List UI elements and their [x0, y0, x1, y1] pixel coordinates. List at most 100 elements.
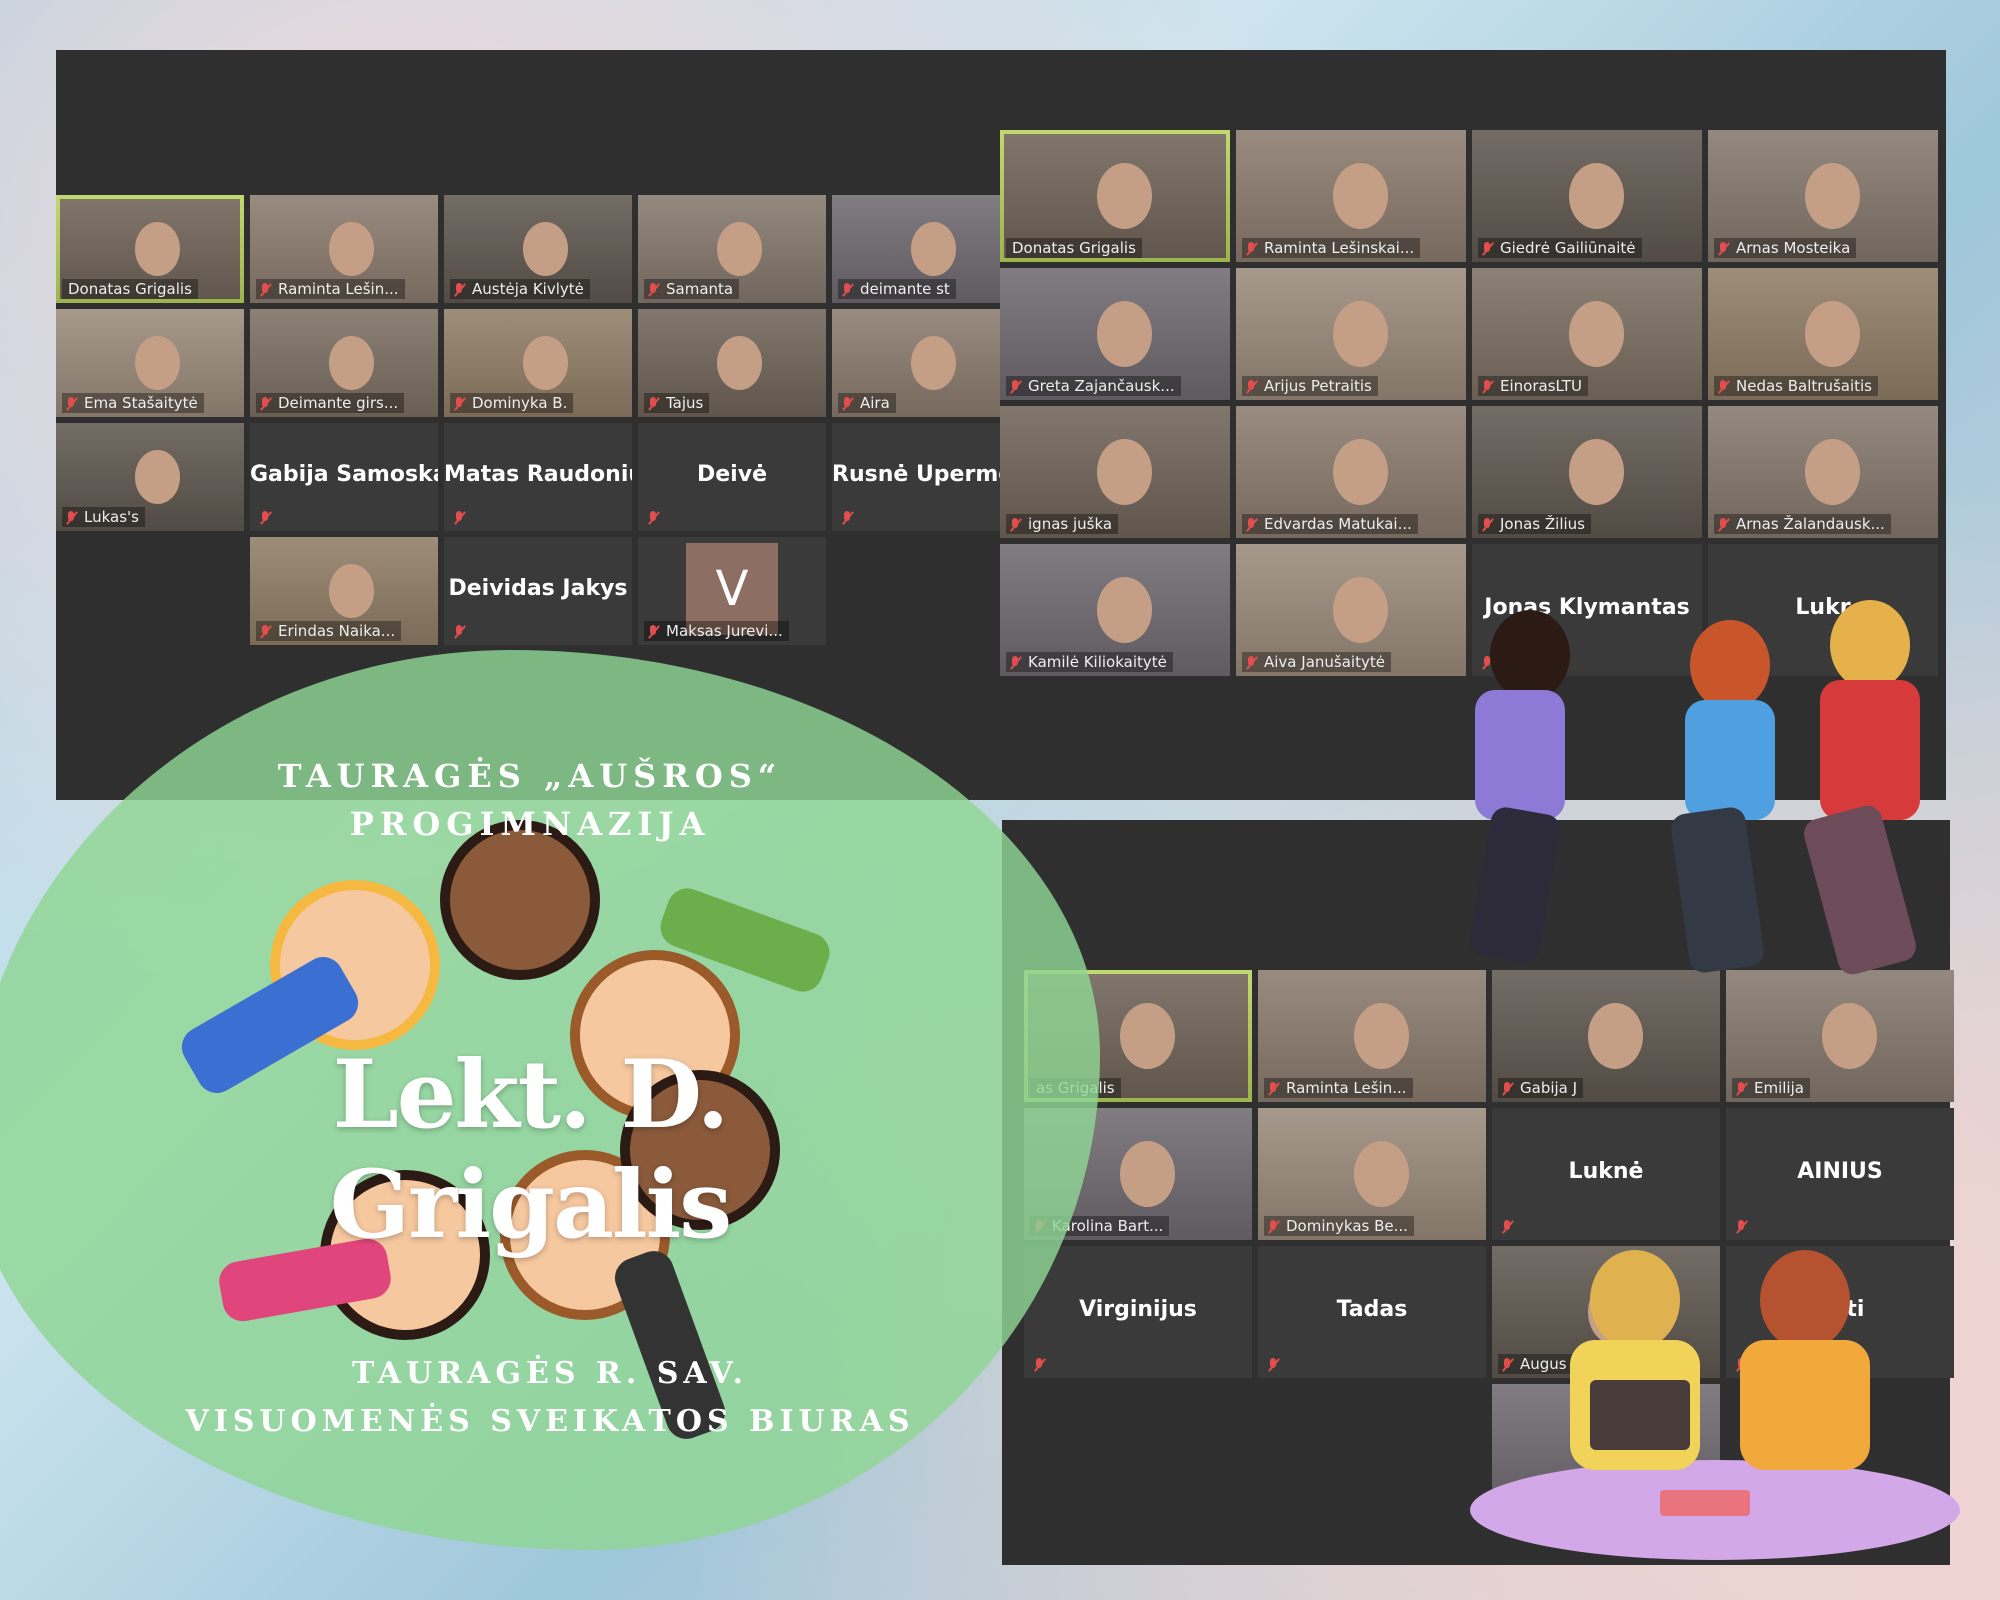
- participant-name-label: Jonas Žilius: [1478, 514, 1591, 534]
- participant-tile[interactable]: Luknė: [1492, 1108, 1720, 1240]
- participant-tile[interactable]: Edvardas Matukai...: [1236, 406, 1466, 538]
- muted-mic-icon: [260, 283, 270, 297]
- bureau-line-2: VISUOMENĖS SVEIKATOS BIURAS: [185, 1404, 915, 1439]
- muted-mic-icon: [66, 397, 76, 411]
- participant-face: [1587, 1003, 1644, 1069]
- participant-face: [522, 336, 569, 390]
- participant-tile[interactable]: AINIUS: [1726, 1108, 1954, 1240]
- participant-tile[interactable]: Rusnė Upermo...: [832, 423, 1020, 531]
- muted-mic-icon: [454, 397, 464, 411]
- participant-face: [1332, 163, 1389, 229]
- muted-mic-icon: [1718, 380, 1728, 394]
- participant-tile[interactable]: Tajus: [638, 309, 826, 417]
- participant-face: [1804, 163, 1861, 229]
- participant-name-label: ignas juška: [1006, 514, 1119, 534]
- participant-name-label: EinorasLTU: [1478, 376, 1588, 396]
- muted-mic-icon: [1718, 242, 1728, 256]
- jumping-teens-illustration: [1420, 560, 1980, 1000]
- participant-tile[interactable]: Deimante girs...: [250, 309, 438, 417]
- participant-tile[interactable]: Deivė: [638, 423, 826, 531]
- muted-mic-icon: [1246, 656, 1256, 670]
- participant-tile[interactable]: EinorasLTU: [1472, 268, 1702, 400]
- muted-mic-icon: [648, 625, 658, 639]
- muted-mic-icon: [1246, 242, 1256, 256]
- muted-mic-icon: [1010, 656, 1020, 670]
- participant-tile[interactable]: Arijus Petraitis: [1236, 268, 1466, 400]
- muted-mic-icon: [454, 511, 464, 525]
- participant-face: [1804, 439, 1861, 505]
- muted-mic-icon: [648, 511, 658, 525]
- participant-face: [1353, 1141, 1410, 1207]
- muted-mic-icon: [454, 283, 464, 297]
- participant-tile[interactable]: Samanta: [638, 195, 826, 303]
- participant-tile[interactable]: Tadas: [1258, 1246, 1486, 1378]
- reading-girls-illustration: [1470, 1230, 1970, 1570]
- participant-tile[interactable]: Donatas Grigalis: [56, 195, 244, 303]
- participant-tile[interactable]: Deividas Jakys: [444, 537, 632, 645]
- participant-display-name: Deividas Jakys: [448, 576, 628, 601]
- muted-mic-icon: [1246, 380, 1256, 394]
- muted-mic-icon: [1736, 1082, 1746, 1096]
- participant-tile[interactable]: Donatas Grigalis: [1000, 130, 1230, 262]
- participant-face: [910, 336, 957, 390]
- participant-name-label: Aiva Janušaitytė: [1242, 652, 1391, 672]
- participant-tile[interactable]: Matas Raudonius: [444, 423, 632, 531]
- participant-tile[interactable]: Raminta Lešin...: [250, 195, 438, 303]
- participant-face: [1096, 301, 1153, 367]
- participant-tile[interactable]: deimante st: [832, 195, 1020, 303]
- participant-tile[interactable]: ignas juška: [1000, 406, 1230, 538]
- participant-name-label: Raminta Lešin...: [256, 279, 405, 299]
- participant-face: [328, 564, 375, 618]
- muted-mic-icon: [1010, 380, 1020, 394]
- participant-tile[interactable]: Arnas Mosteika: [1708, 130, 1938, 262]
- participant-tile[interactable]: Nedas Baltrušaitis: [1708, 268, 1938, 400]
- participant-face: [134, 450, 181, 504]
- participant-display-name: Gabija Samoska...: [250, 462, 438, 487]
- participant-face: [1096, 577, 1153, 643]
- muted-mic-icon: [454, 625, 464, 639]
- participant-tile[interactable]: Arnas Žalandausk...: [1708, 406, 1938, 538]
- participant-face: [1332, 301, 1389, 367]
- participant-tile[interactable]: Ema Stašaitytė: [56, 309, 244, 417]
- participant-tile[interactable]: Gabija Samoska...: [250, 423, 438, 531]
- muted-mic-icon: [1502, 1082, 1512, 1096]
- participant-tile[interactable]: Kamilė Kiliokaitytė: [1000, 544, 1230, 676]
- muted-mic-icon: [1268, 1358, 1278, 1372]
- participant-face: [910, 222, 957, 276]
- participant-tile[interactable]: V Maksas Jurevi...: [638, 537, 826, 645]
- muted-mic-icon: [1268, 1082, 1278, 1096]
- participant-name-label: Greta Zajančausk...: [1006, 376, 1181, 396]
- participant-tile[interactable]: Greta Zajančausk...: [1000, 268, 1230, 400]
- participant-face: [134, 336, 181, 390]
- participant-tile[interactable]: Raminta Lešinskai...: [1236, 130, 1466, 262]
- participant-name-label: Arijus Petraitis: [1242, 376, 1378, 396]
- muted-mic-icon: [648, 397, 658, 411]
- muted-mic-icon: [260, 625, 270, 639]
- muted-mic-icon: [260, 397, 270, 411]
- muted-mic-icon: [1034, 1358, 1044, 1372]
- participant-tile[interactable]: Erindas Naika...: [250, 537, 438, 645]
- participant-name-label: Kamilė Kiliokaitytė: [1006, 652, 1173, 672]
- participant-tile[interactable]: Aira: [832, 309, 1020, 417]
- participant-tile[interactable]: Dominykas Be...: [1258, 1108, 1486, 1240]
- muted-mic-icon: [842, 283, 852, 297]
- participant-tile[interactable]: Austėja Kivlytė: [444, 195, 632, 303]
- participant-face: [1568, 439, 1625, 505]
- participant-name-label: Dominyka B.: [450, 393, 574, 413]
- participant-face: [522, 222, 569, 276]
- participant-tile[interactable]: Giedrė Gailiūnaitė: [1472, 130, 1702, 262]
- muted-mic-icon: [842, 397, 852, 411]
- participant-tile[interactable]: Lukas's: [56, 423, 244, 531]
- participant-display-name: Rusnė Upermo...: [832, 462, 1020, 487]
- participant-display-name: Tadas: [1336, 1297, 1408, 1322]
- participant-name-label: Erindas Naika...: [256, 621, 402, 641]
- school-name: TAURAGĖS „AUŠROS“ PROGIMNAZIJA: [140, 752, 920, 848]
- participant-tile[interactable]: Dominyka B.: [444, 309, 632, 417]
- participant-tile[interactable]: Virginijus: [1024, 1246, 1252, 1378]
- school-line-2: PROGIMNAZIJA: [349, 805, 711, 843]
- participant-tile[interactable]: Jonas Žilius: [1472, 406, 1702, 538]
- participant-face: [1096, 163, 1153, 229]
- school-line-1: TAURAGĖS „AUŠROS“: [277, 757, 783, 795]
- participant-face: [1804, 301, 1861, 367]
- participant-name-label: Donatas Grigalis: [1006, 238, 1142, 258]
